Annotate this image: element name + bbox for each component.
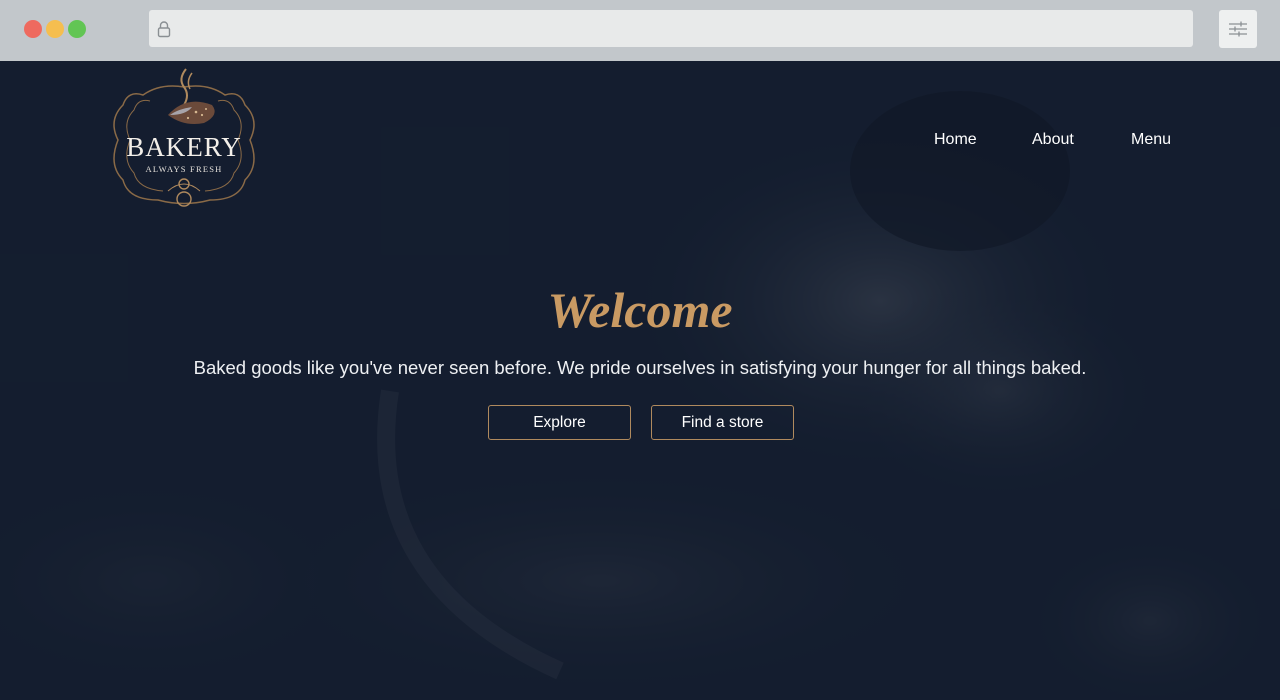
bakery-homepage: BAKERY ALWAYS FRESH Home About Menu Welc… <box>0 61 1280 700</box>
close-window-button[interactable] <box>24 20 42 38</box>
settings-button[interactable] <box>1219 10 1257 48</box>
lock-icon <box>157 21 171 38</box>
explore-button[interactable]: Explore <box>488 405 631 440</box>
sliders-icon <box>1229 21 1247 37</box>
logo-tagline: ALWAYS FRESH <box>146 164 223 174</box>
main-nav: Home About Menu <box>0 131 1280 153</box>
find-a-store-button[interactable]: Find a store <box>651 405 794 440</box>
address-bar[interactable] <box>149 10 1193 47</box>
hero-subtitle: Baked goods like you've never seen befor… <box>193 357 1087 378</box>
nav-menu-link[interactable]: Menu <box>1131 131 1171 149</box>
nav-home-link[interactable]: Home <box>934 131 977 149</box>
maximize-window-button[interactable] <box>68 20 86 38</box>
minimize-window-button[interactable] <box>46 20 64 38</box>
hero-title: Welcome <box>547 282 733 338</box>
browser-chrome <box>0 0 1280 61</box>
nav-about-link[interactable]: About <box>1032 131 1074 149</box>
